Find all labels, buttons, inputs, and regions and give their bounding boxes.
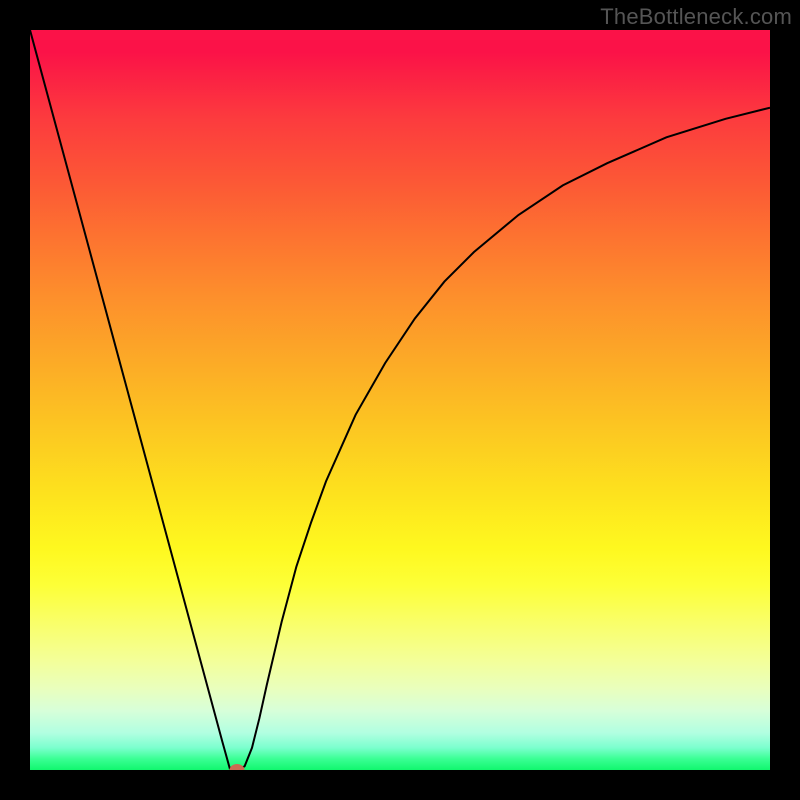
curve-line (30, 30, 770, 770)
watermark-text: TheBottleneck.com (600, 4, 792, 30)
plot-area (30, 30, 770, 770)
chart-frame: TheBottleneck.com (0, 0, 800, 800)
minimum-marker (230, 764, 245, 770)
curve-layer (30, 30, 770, 770)
